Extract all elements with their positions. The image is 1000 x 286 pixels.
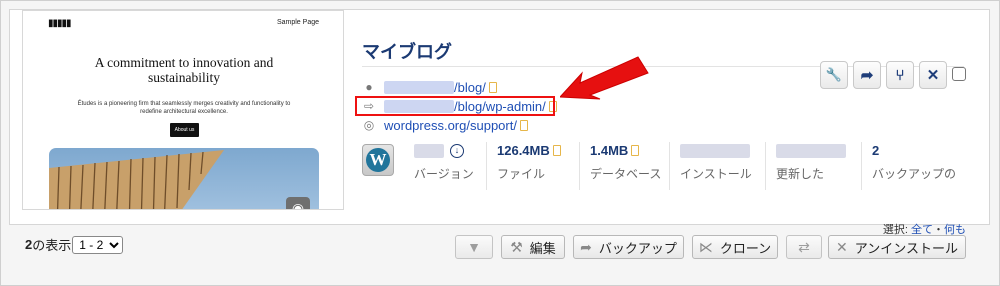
download-circle-icon: ▼ bbox=[467, 239, 481, 255]
redacted-date bbox=[680, 143, 750, 158]
result-label: の表示 bbox=[32, 238, 72, 253]
camera-icon[interactable]: ◉ bbox=[286, 197, 310, 209]
wrench-icon: ⚒ bbox=[510, 238, 523, 255]
red-arrow-annotation bbox=[560, 56, 649, 100]
redacted-domain bbox=[384, 80, 454, 94]
thumb-about-button: About us bbox=[170, 123, 199, 137]
thumb-hero-title: A commitment to innovation and sustainab… bbox=[94, 55, 274, 85]
stat-label: ファイル bbox=[497, 167, 546, 181]
sync-button[interactable]: ⇄ bbox=[786, 235, 822, 259]
backup-button[interactable]: ➦ バックアップ bbox=[573, 235, 684, 259]
share-button[interactable]: ➦ bbox=[853, 61, 881, 89]
copy-icon bbox=[552, 145, 561, 156]
close-icon: ✕ bbox=[836, 238, 848, 255]
result-count: 2 bbox=[25, 237, 33, 252]
backup-button-label: バックアップ bbox=[598, 240, 677, 256]
uninstall-button[interactable]: ✕ アンインストール bbox=[828, 235, 966, 259]
stat-updated: 更新した bbox=[765, 142, 846, 190]
clone-button[interactable]: ⋉ クローン bbox=[692, 235, 778, 259]
edit-button[interactable]: ⚒ 編集 bbox=[501, 235, 565, 259]
copy-icon bbox=[631, 145, 640, 156]
site-url-link[interactable]: /blog/ bbox=[454, 80, 486, 95]
highlight-box bbox=[355, 96, 555, 116]
stat-label: バージョン bbox=[414, 167, 474, 181]
thumb-hero-desc: Études is a pioneering firm that seamles… bbox=[77, 101, 291, 115]
stat-version: ↓ バージョン bbox=[404, 142, 474, 190]
thumb-logo: ▮▮▮▮▮ bbox=[48, 18, 71, 29]
thumb-building-photo: ◉ bbox=[49, 148, 319, 209]
select-checkbox[interactable] bbox=[952, 67, 966, 81]
share-icon: ➦ bbox=[580, 238, 592, 255]
stat-files: 126.4MB ファイル bbox=[486, 142, 561, 190]
remove-button[interactable]: ✕ bbox=[919, 61, 947, 89]
stat-label: データベース bbox=[590, 167, 662, 181]
stat-database: 1.4MB データベース bbox=[579, 142, 661, 190]
site-title: マイブログ bbox=[362, 42, 452, 62]
page-range-select[interactable]: 1 - 2 bbox=[72, 235, 124, 254]
stat-label: バックアップの bbox=[872, 167, 957, 181]
copy-icon[interactable] bbox=[519, 119, 528, 131]
pagination: 2 の表示 1 - 2 bbox=[25, 235, 124, 254]
uninstall-button-label: アンインストール bbox=[854, 240, 958, 256]
edit-settings-button[interactable]: 🔧 bbox=[820, 61, 848, 89]
building-illustration bbox=[49, 150, 224, 209]
clone-icon: ⑂ bbox=[895, 66, 905, 84]
clone-button-label: クローン bbox=[719, 240, 772, 256]
site-screenshot[interactable]: ▮▮▮▮▮ Sample Page A commitment to innova… bbox=[22, 10, 344, 210]
close-icon: ✕ bbox=[926, 67, 940, 84]
download-button[interactable]: ▼ bbox=[455, 235, 493, 259]
clone-icon: ⋉ bbox=[698, 238, 713, 255]
stat-value: 2 bbox=[872, 143, 880, 158]
site-url-row: ● /blog/ bbox=[362, 78, 497, 96]
stat-backups: 2 バックアップの bbox=[861, 142, 956, 190]
stat-label: インストール bbox=[680, 167, 752, 181]
copy-icon[interactable] bbox=[488, 81, 497, 93]
location-pin-icon: ● bbox=[365, 80, 373, 94]
share-icon: ➦ bbox=[860, 67, 874, 84]
sync-icon: ⇄ bbox=[798, 238, 810, 255]
redacted-version bbox=[414, 143, 444, 158]
stat-label: 更新した bbox=[776, 167, 825, 181]
support-url-link[interactable]: wordpress.org/support/ bbox=[384, 118, 517, 133]
stat-value: 1.4MB bbox=[590, 143, 629, 158]
wordpress-logo: W bbox=[362, 144, 394, 176]
lifebuoy-icon: ◎ bbox=[363, 118, 375, 132]
edit-button-label: 編集 bbox=[529, 240, 556, 256]
support-url-row: ◎ wordpress.org/support/ bbox=[362, 116, 528, 134]
stat-installed: インストール bbox=[669, 142, 752, 190]
download-icon[interactable]: ↓ bbox=[450, 143, 464, 158]
clone-action-button[interactable]: ⑂ bbox=[886, 61, 914, 89]
thumb-nav-link: Sample Page bbox=[276, 19, 319, 26]
stat-value: 126.4MB bbox=[497, 143, 550, 158]
wrench-icon: 🔧 bbox=[825, 67, 843, 82]
redacted-date bbox=[776, 143, 846, 158]
